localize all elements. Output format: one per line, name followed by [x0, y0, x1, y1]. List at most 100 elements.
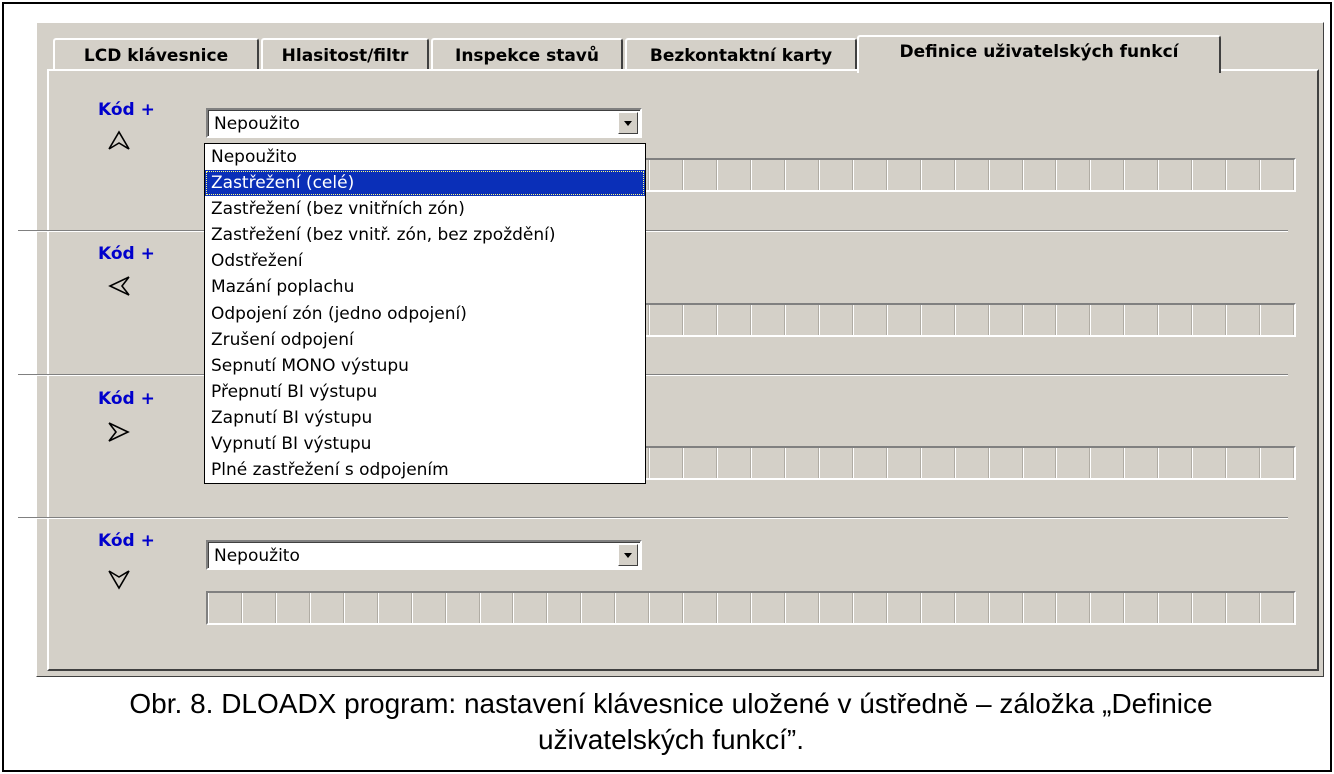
- dropdown-option[interactable]: Odstřežení: [205, 248, 645, 274]
- code-cell: [1226, 160, 1261, 190]
- code-cell: [852, 448, 887, 478]
- dropdown-option[interactable]: Plné zastřežení s odpojením: [205, 457, 645, 483]
- code-cell: [1022, 305, 1057, 335]
- code-cell: [717, 593, 751, 623]
- row-down-select-value: Nepoužito: [214, 546, 300, 566]
- code-cell: [954, 448, 989, 478]
- code-cell: [852, 593, 887, 623]
- code-cell: [886, 593, 921, 623]
- dropdown-option[interactable]: Zrušení odpojení: [205, 327, 645, 353]
- code-cell: [1192, 305, 1227, 335]
- code-cell: [581, 593, 616, 623]
- code-cell: [1124, 160, 1159, 190]
- code-cell: [1260, 593, 1294, 623]
- row-label-right: Kód +: [98, 389, 155, 409]
- code-cell: [683, 593, 718, 623]
- figure-frame: LCD klávesnice Hlasitost/filtr Inspekce …: [2, 2, 1332, 772]
- code-cell: [615, 593, 650, 623]
- code-cell: [954, 305, 989, 335]
- tab-bar: LCD klávesnice Hlasitost/filtr Inspekce …: [37, 35, 1323, 73]
- code-cell: [751, 448, 785, 478]
- dropdown-option[interactable]: Sepnutí MONO výstupu: [205, 353, 645, 379]
- arrow-up-icon: [108, 130, 130, 150]
- dropdown-option[interactable]: Zastřežení (celé): [205, 170, 645, 197]
- code-cell: [852, 160, 887, 190]
- row-label-left: Kód +: [98, 244, 155, 264]
- code-cell: [784, 305, 819, 335]
- tab-bezkontaktni-karty[interactable]: Bezkontaktní karty: [625, 38, 857, 71]
- code-cell: [1022, 448, 1057, 478]
- caption-line-2: uživatelských funkcí”.: [537, 724, 805, 755]
- code-cell: [1158, 448, 1193, 478]
- code-cell: [649, 305, 684, 335]
- code-cell: [1056, 160, 1091, 190]
- code-cell: [920, 305, 955, 335]
- dropdown-option[interactable]: Zastřežení (bez vnitř. zón, bez zpoždění…: [205, 222, 645, 248]
- code-cell: [309, 593, 344, 623]
- code-cell: [649, 593, 684, 623]
- code-cell: [1022, 160, 1057, 190]
- code-cell: [1124, 593, 1159, 623]
- code-cell: [1226, 593, 1261, 623]
- tab-definice-uzivatelskych-funkci[interactable]: Definice uživatelských funkcí: [857, 35, 1221, 73]
- code-cell: [1192, 593, 1227, 623]
- code-cell: [411, 593, 446, 623]
- code-cell: [717, 448, 751, 478]
- arrow-left-icon: [108, 276, 130, 296]
- code-cell: [920, 448, 955, 478]
- code-cell: [784, 160, 819, 190]
- tab-lcd-klavesnice[interactable]: LCD klávesnice: [53, 38, 259, 71]
- tab-inspekce-stavu[interactable]: Inspekce stavů: [431, 38, 623, 71]
- code-cell: [445, 593, 480, 623]
- code-cell: [818, 160, 853, 190]
- code-cell: [1158, 593, 1193, 623]
- code-cell: [343, 593, 378, 623]
- code-cell: [988, 305, 1023, 335]
- row-up-function-select[interactable]: Nepoužito: [206, 108, 642, 138]
- code-cell: [513, 593, 548, 623]
- code-cell: [751, 305, 785, 335]
- chevron-down-icon[interactable]: [618, 112, 638, 134]
- code-cell: [751, 593, 785, 623]
- code-cell: [818, 593, 853, 623]
- dropdown-option[interactable]: Nepoužito: [205, 144, 645, 170]
- code-cell: [920, 593, 955, 623]
- code-cell: [1124, 448, 1159, 478]
- row-label-up: Kód +: [98, 100, 155, 120]
- code-cell: [377, 593, 412, 623]
- code-cell: [988, 593, 1023, 623]
- code-cell: [1158, 160, 1193, 190]
- function-dropdown-list[interactable]: Nepoužito Zastřežení (celé) Zastřežení (be…: [204, 143, 646, 484]
- code-cell: [784, 448, 819, 478]
- dropdown-option[interactable]: Odpojení zón (jedno odpojení): [205, 301, 645, 327]
- code-cell: [241, 593, 276, 623]
- caption-line-1: Obr. 8. DLOADX program: nastavení kláves…: [129, 688, 1213, 719]
- code-cell: [852, 305, 887, 335]
- dropdown-option[interactable]: Zastřežení (bez vnitřních zón): [205, 196, 645, 222]
- code-cell: [275, 593, 310, 623]
- dropdown-option[interactable]: Přepnutí BI výstupu: [205, 379, 645, 405]
- code-cell: [1124, 305, 1159, 335]
- dropdown-option[interactable]: Zapnutí BI výstupu: [205, 405, 645, 431]
- code-cell: [1192, 448, 1227, 478]
- code-cell: [479, 593, 514, 623]
- code-cell: [1090, 160, 1125, 190]
- code-cell: [1022, 593, 1057, 623]
- row-down-function-select[interactable]: Nepoužito: [206, 540, 642, 570]
- code-cell: [954, 160, 989, 190]
- figure-caption: Obr. 8. DLOADX program: nastavení kláves…: [4, 686, 1334, 758]
- code-cell: [886, 448, 921, 478]
- code-cell: [649, 448, 684, 478]
- row-down-code-field[interactable]: [206, 591, 1296, 625]
- code-cell: [1260, 305, 1294, 335]
- dropdown-option[interactable]: Vypnutí BI výstupu: [205, 431, 645, 457]
- chevron-down-icon[interactable]: [618, 544, 638, 566]
- code-cell: [649, 160, 684, 190]
- tab-hlasitost-filtr[interactable]: Hlasitost/filtr: [261, 38, 429, 71]
- dropdown-option[interactable]: Mazání poplachu: [205, 274, 645, 300]
- code-cell: [818, 305, 853, 335]
- row-label-down: Kód +: [98, 531, 155, 551]
- code-cell: [920, 160, 955, 190]
- arrow-right-icon: [108, 422, 130, 442]
- code-cell: [683, 160, 718, 190]
